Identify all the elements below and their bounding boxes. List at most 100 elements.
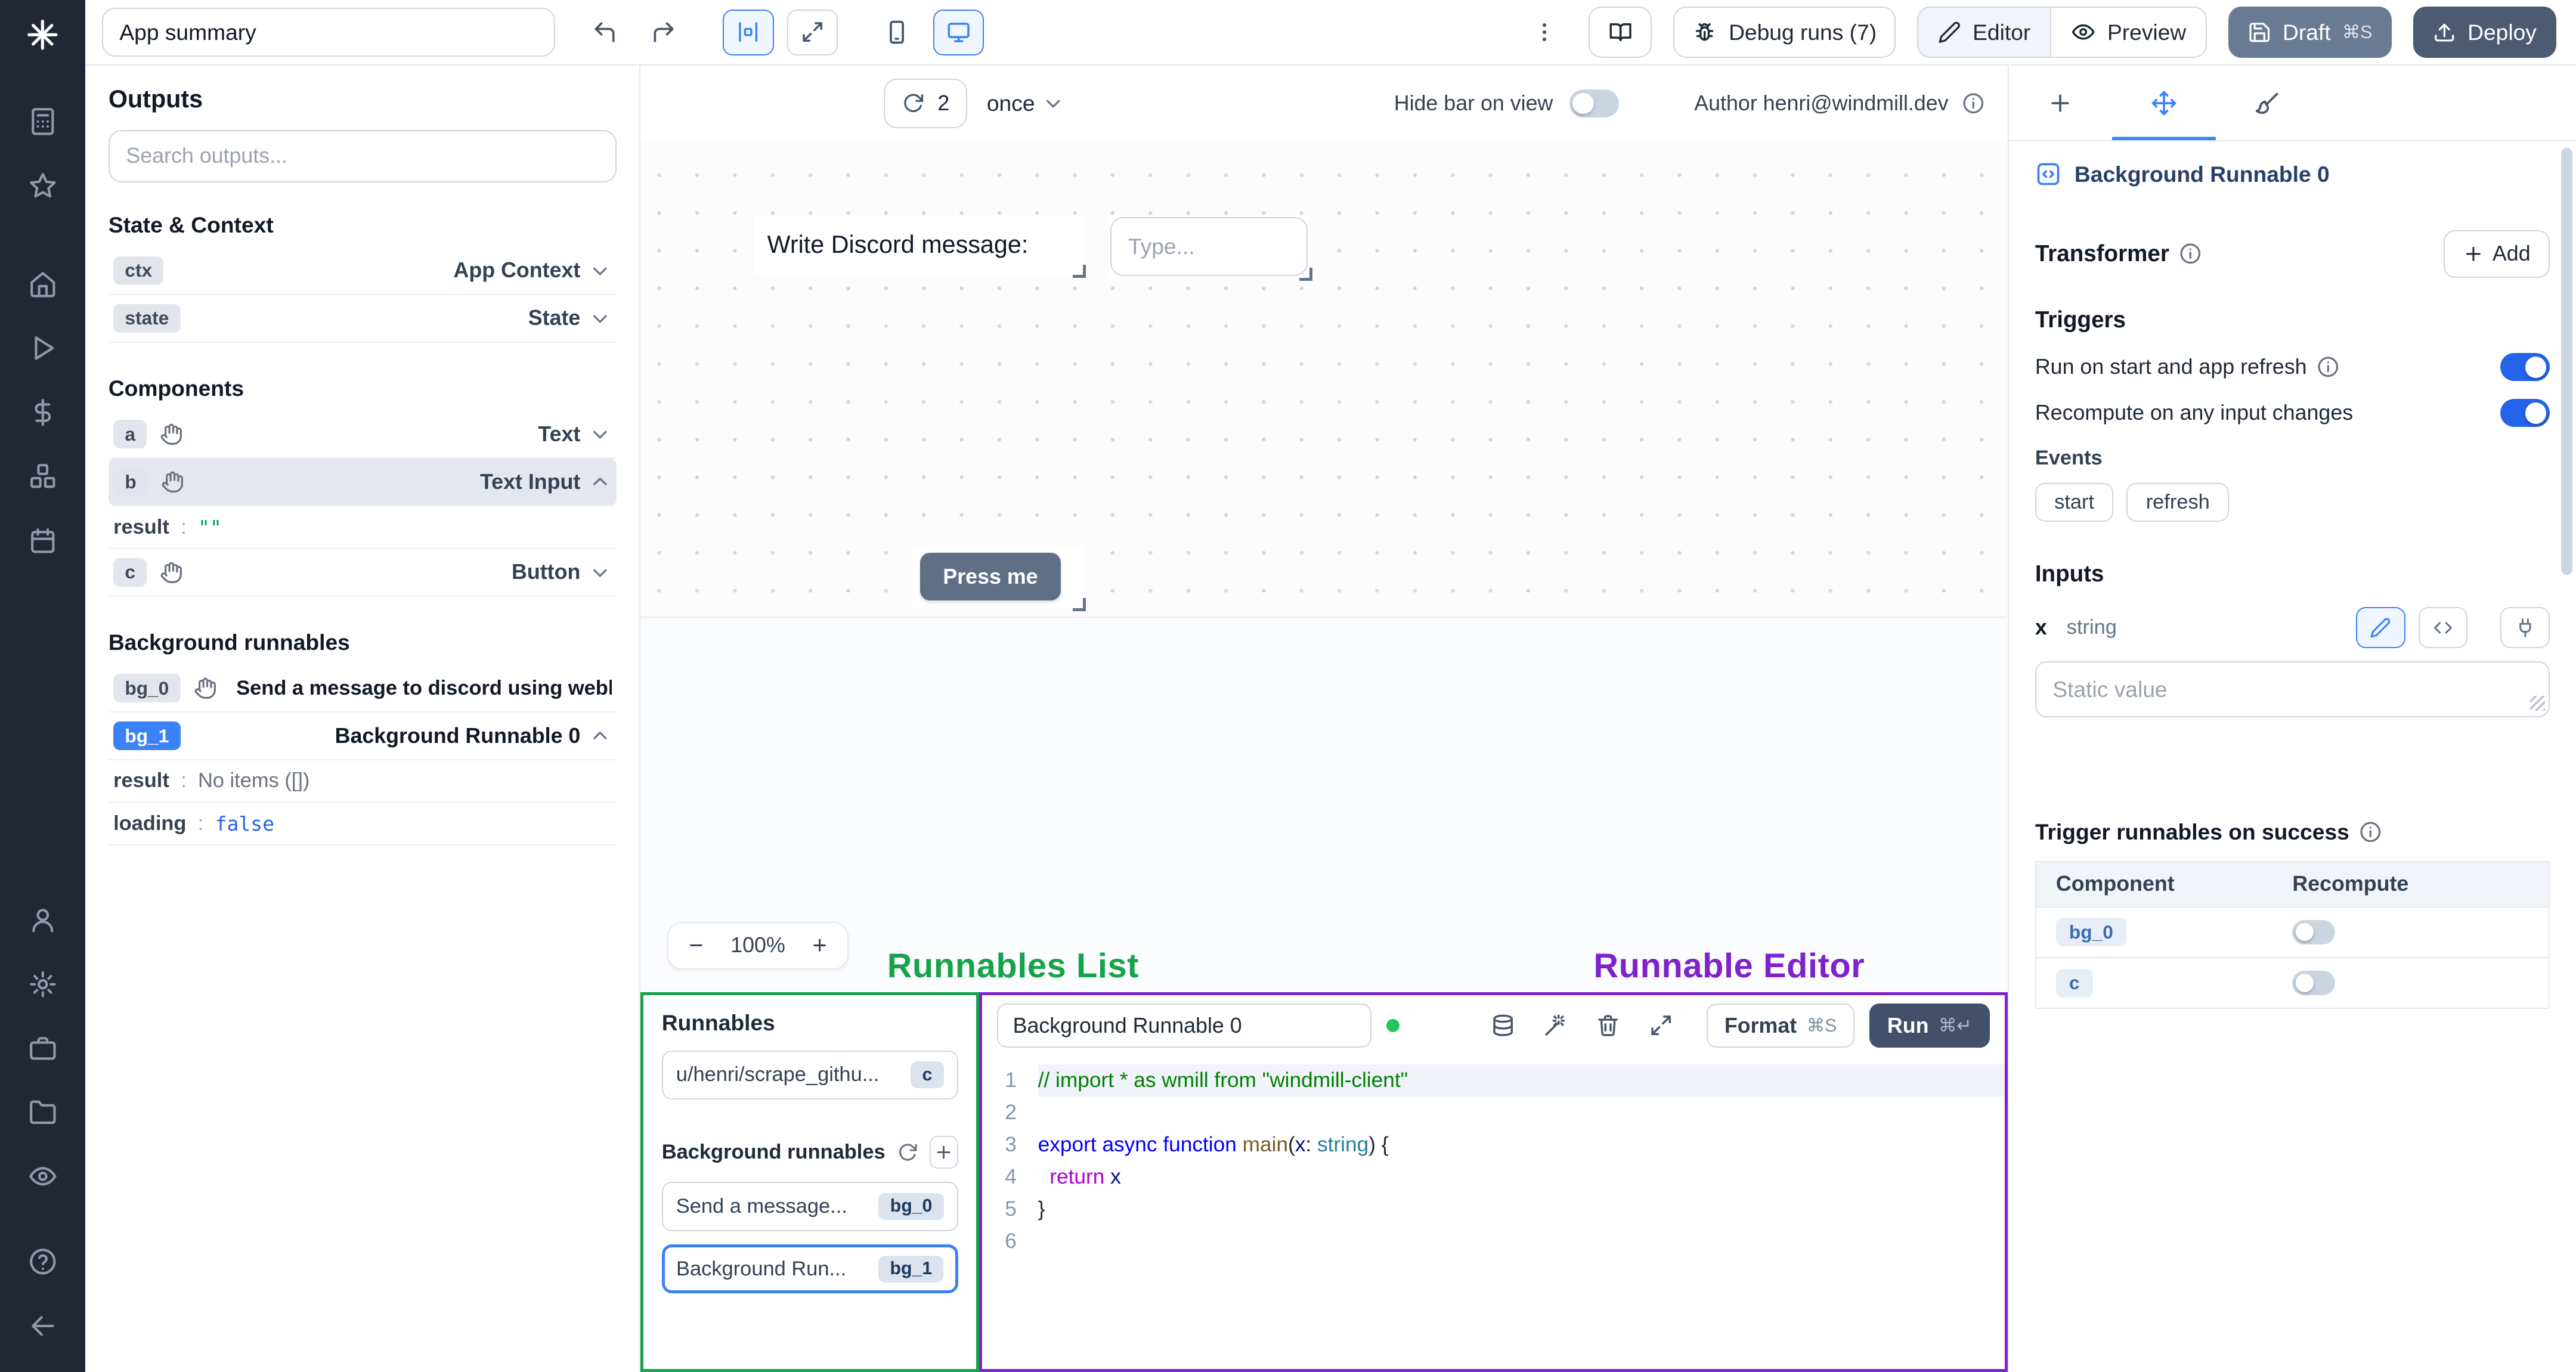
output-badge-c[interactable]: c [113, 558, 147, 587]
output-b-result-row[interactable]: result : "" [108, 506, 617, 549]
code-editor[interactable]: 123456 // import * as wmill from "windmi… [982, 1056, 2005, 1369]
recompute-on-input-toggle[interactable] [2500, 399, 2550, 428]
app-canvas[interactable]: Write Discord message: Press me [640, 156, 2006, 618]
info-icon[interactable] [2317, 355, 2340, 379]
add-transformer-button[interactable]: Add [2444, 230, 2550, 278]
output-badge-a[interactable]: a [113, 420, 147, 449]
nav-audit-button[interactable] [15, 1150, 71, 1203]
output-row-b[interactable]: b Text Input [108, 459, 617, 507]
nav-resources-button[interactable] [15, 450, 71, 503]
code-lines[interactable]: // import * as wmill from "windmill-clie… [1035, 1064, 2005, 1369]
output-badge-bg1[interactable]: bg_1 [113, 721, 181, 751]
runnable-item-bg1[interactable]: Background Run... bg_1 [661, 1244, 958, 1294]
preview-tab[interactable]: Preview [2050, 8, 2206, 57]
chevron-down-icon[interactable] [589, 561, 612, 584]
run-on-start-toggle[interactable] [2500, 353, 2550, 382]
nav-favorites-button[interactable] [15, 159, 71, 212]
eval-mode-button[interactable] [2418, 607, 2468, 649]
chevron-down-icon[interactable] [589, 423, 612, 446]
info-icon[interactable] [1962, 92, 1985, 115]
add-background-runnable-button[interactable] [930, 1135, 958, 1169]
resize-handle[interactable] [1299, 268, 1313, 281]
undo-button[interactable] [581, 10, 627, 55]
search-outputs-input[interactable] [108, 129, 617, 182]
format-button[interactable]: Format ⌘S [1707, 1003, 1854, 1048]
recompute-loop-icon[interactable] [897, 1142, 918, 1163]
output-row-ctx[interactable]: ctx App Context [108, 247, 617, 295]
output-bg1-result-row[interactable]: result : No items ([]) [108, 760, 617, 803]
hand-pointer-icon[interactable] [194, 677, 217, 700]
expand-editor-button[interactable] [1639, 1004, 1682, 1047]
mobile-view-button[interactable] [874, 10, 920, 55]
zoom-out-button[interactable]: − [668, 923, 724, 968]
output-row-bg1[interactable]: bg_1 Background Runnable 0 [108, 713, 617, 761]
nav-runs-button[interactable] [15, 322, 71, 374]
redo-button[interactable] [640, 10, 686, 55]
debug-runs-button[interactable]: Debug runs (7) [1673, 7, 1896, 58]
hide-bar-toggle[interactable] [1569, 89, 1619, 117]
draft-button[interactable]: Draft ⌘S [2228, 7, 2392, 58]
runnable-name-input[interactable] [996, 1003, 1371, 1048]
output-row-state[interactable]: state State [108, 295, 617, 343]
width-constraint-button[interactable] [723, 9, 774, 55]
help-button[interactable] [15, 1235, 71, 1288]
nav-user-button[interactable] [15, 894, 71, 946]
output-row-c[interactable]: c Button [108, 549, 617, 597]
editor-tab[interactable]: Editor [1918, 8, 2051, 57]
zoom-in-button[interactable]: + [792, 923, 848, 968]
text-component[interactable]: Write Discord message: [754, 215, 1086, 278]
component-badge-bg0[interactable]: bg_0 [2055, 918, 2126, 947]
nav-apps-button[interactable] [15, 95, 71, 148]
refresh-button[interactable]: 2 [884, 79, 967, 128]
full-width-button[interactable] [787, 9, 838, 55]
delete-runnable-button[interactable] [1587, 1004, 1630, 1047]
event-chip-start[interactable]: start [2035, 483, 2114, 522]
ai-gen-button[interactable] [1534, 1004, 1577, 1047]
textinput-component[interactable] [1109, 215, 1313, 281]
nav-folders-button[interactable] [15, 1086, 71, 1138]
tab-insert-component[interactable] [2009, 66, 2113, 140]
desktop-view-button[interactable] [933, 9, 984, 55]
chevron-up-icon[interactable] [589, 724, 612, 748]
hand-pointer-icon[interactable] [160, 561, 183, 584]
output-badge-b[interactable]: b [113, 467, 148, 497]
run-button[interactable]: Run ⌘↵ [1869, 1003, 1990, 1048]
resize-grip-icon[interactable] [2529, 696, 2545, 711]
nav-schedules-button[interactable] [15, 514, 71, 566]
info-icon[interactable] [2359, 820, 2382, 844]
resize-handle[interactable] [1073, 264, 1086, 278]
textinput-field[interactable] [1110, 216, 1308, 276]
cache-button[interactable] [1482, 1004, 1525, 1047]
frequency-dropdown[interactable]: once [987, 91, 1064, 116]
static-mode-button[interactable] [2355, 607, 2405, 649]
deploy-button[interactable]: Deploy [2413, 7, 2556, 58]
connect-mode-button[interactable] [2500, 607, 2550, 649]
nav-home-button[interactable] [15, 258, 71, 311]
component-badge-c[interactable]: c [2055, 968, 2093, 998]
press-me-button[interactable]: Press me [919, 553, 1061, 600]
tab-styling[interactable] [2216, 66, 2320, 140]
output-bg1-loading-row[interactable]: loading : false [108, 803, 617, 846]
recompute-toggle-bg0[interactable] [2292, 919, 2335, 944]
button-component[interactable]: Press me [912, 545, 1086, 611]
chevron-down-icon[interactable] [589, 259, 612, 283]
output-badge-bg0[interactable]: bg_0 [113, 674, 181, 703]
event-chip-refresh[interactable]: refresh [2126, 483, 2230, 522]
static-value-input[interactable] [2035, 661, 2550, 717]
windmill-logo[interactable] [24, 17, 61, 53]
info-icon[interactable] [2179, 242, 2202, 265]
runnable-item-bg0[interactable]: Send a message... bg_0 [661, 1182, 958, 1231]
recompute-toggle-c[interactable] [2292, 970, 2335, 996]
output-badge-ctx[interactable]: ctx [113, 256, 164, 285]
hand-pointer-icon[interactable] [161, 470, 184, 494]
scrollbar-thumb[interactable] [2561, 147, 2573, 575]
chevron-down-icon[interactable] [589, 307, 612, 330]
hand-pointer-icon[interactable] [160, 423, 183, 446]
collapse-sidebar-button[interactable] [15, 1299, 71, 1352]
chevron-up-icon[interactable] [589, 470, 612, 494]
nav-workers-button[interactable] [15, 1022, 71, 1074]
output-row-bg0[interactable]: bg_0 Send a message to discord using web… [108, 665, 617, 713]
resize-handle[interactable] [1073, 597, 1086, 611]
runnable-item-script[interactable]: u/henri/scrape_githu... c [661, 1050, 958, 1100]
tab-component-settings[interactable] [2112, 66, 2216, 140]
